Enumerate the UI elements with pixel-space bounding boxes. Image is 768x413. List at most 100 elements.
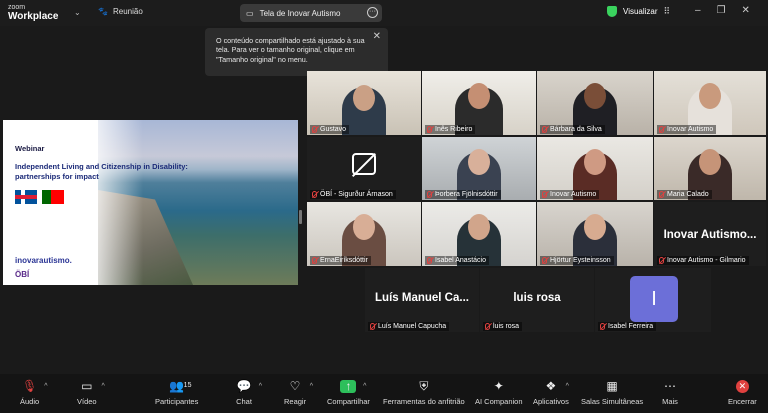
caret-up-icon[interactable]: ^ [566,380,569,393]
participant-name: Maria Calado [667,191,709,198]
sparkle-icon: ✦ [493,379,504,393]
top-bar: zoom Workplace ⌄ 🐾 Reunião ▭ Tela de Ino… [0,0,768,26]
share-pill[interactable]: ▭ Tela de Inovar Autismo ··· [240,4,382,22]
participant-tile[interactable]: luis rosa luis rosa [480,268,594,332]
participant-display-name: luis rosa [513,292,561,304]
participant-head [468,149,490,175]
flags [15,190,64,204]
video-button[interactable]: ▭ ^ Vídeo [77,380,105,407]
host-tools-button[interactable]: ⛨ Ferramentas do anfitrião [383,379,465,407]
participant-head [699,83,721,109]
close-icon[interactable]: ✕ [373,31,381,41]
restore-icon[interactable]: ❐ [717,5,726,16]
end-button[interactable]: ✕ Encerrar [728,380,757,406]
participants-button[interactable]: 👥 15 Participantes [155,379,199,407]
participants-count: 15 [183,382,192,389]
app-title: Workplace [8,11,59,22]
chat-button[interactable]: 💬 ^ Chat [236,379,262,407]
participant-label: Gustavo [310,125,350,134]
caret-up-icon[interactable]: ^ [44,380,47,393]
participant-tile[interactable]: Isabel Anastácio [422,202,536,266]
participant-tile[interactable]: Inês Ribeiro [422,71,536,135]
chevron-down-icon[interactable]: ⌄ [74,8,81,17]
mic-muted-icon [542,126,547,133]
shield-icon: ⛨ [419,379,429,393]
participant-tile-active-speaker[interactable]: Inovar Autismo [537,137,653,200]
video-label: Vídeo [77,397,97,406]
participant-name: Isabel Ferreira [608,323,654,330]
people-icon: 👥 15 [169,379,192,393]
participant-tile[interactable]: Maria Calado [654,137,766,200]
participant-head [353,214,375,240]
participant-label: Bárbara da Silva [540,125,605,134]
shared-screen: Webinar Independent Living and Citizensh… [3,120,298,285]
participants-label: Participantes [155,397,199,406]
mic-muted-icon [370,323,375,330]
caret-up-icon[interactable]: ^ [363,380,366,393]
fit-to-screen-tooltip: O conteúdo compartilhado está ajustado à… [205,28,388,76]
participant-name: luis rosa [493,323,520,330]
participant-tile[interactable]: ErnaEiríksdóttir [307,202,421,266]
participant-tile[interactable]: Hjörtur Eysteinsson [537,202,653,266]
close-icon: ✕ [735,380,749,393]
slide-title: Independent Living and Citizenship in Di… [15,162,188,181]
participant-tile[interactable]: Inovar Autismo... Inovar Autismo - Gilma… [654,202,766,266]
participant-display-name: Luís Manuel Ca... [375,292,469,304]
grid-icon: ⠿ [663,6,671,16]
mic-muted-icon [312,191,317,198]
breakout-rooms-label: Salas Simultâneas [581,397,644,406]
participant-name: Isabel Anastácio [435,257,486,264]
meeting-menu[interactable]: 🐾 Reunião [98,7,143,16]
audio-button[interactable]: 🎙 ^ Áudio [20,380,48,407]
breakout-rooms-button[interactable]: ▦ Salas Simultâneas [581,380,644,407]
participant-name: Hjörtur Eysteinsson [550,257,611,264]
participant-label: ÖBÍ - Sigurður Árnason [310,190,396,199]
audio-label: Áudio [20,397,40,406]
share-pill-label: Tela de Inovar Autismo [259,8,341,18]
chat-label: Chat [236,397,252,406]
zoom-logo: zoom Workplace [8,3,59,22]
inovar-logo: inovarautismo. [15,256,72,265]
share-button[interactable]: ↑ ^ Compartilhar [327,380,370,407]
participant-tile[interactable]: ÖBÍ - Sigurður Árnason [307,137,421,200]
more-options-icon[interactable]: ··· [367,7,378,18]
meeting-label: Reunião [112,7,143,16]
participant-name: ErnaEiríksdóttir [320,257,368,264]
slide-fade [83,120,143,285]
participant-name: Inovar Autismo [550,191,597,198]
more-button[interactable]: ⋯ Mais [662,379,678,407]
participant-head [468,214,490,240]
apps-button[interactable]: ❖ ^ Aplicativos [533,380,569,407]
ai-companion-button[interactable]: ✦ AI Companion [475,379,523,407]
participant-tile[interactable]: Inovar Autismo [654,71,766,135]
paw-icon: 🐾 [98,7,108,16]
more-label: Mais [662,397,678,406]
view-button[interactable]: Visualizar ⠿ [607,6,670,17]
window-controls: – ❐ ✕ [695,5,750,16]
participant-tile[interactable]: Luís Manuel Ca... Luís Manuel Capucha [365,268,479,332]
participant-tile[interactable]: Bárbara da Silva [537,71,653,135]
participant-tile[interactable]: Þorbera Fjölnisdóttir [422,137,536,200]
iceland-flag-icon [15,190,37,204]
more-icon: ⋯ [664,379,676,393]
participant-name: Þorbera Fjölnisdóttir [435,191,498,198]
participant-name: Inês Ribeiro [435,126,473,133]
close-icon[interactable]: ✕ [742,5,750,16]
minimize-icon[interactable]: – [695,5,701,16]
participant-label: Isabel Anastácio [425,256,489,265]
view-label: Visualizar [623,7,658,16]
mic-muted-icon [542,191,547,198]
caret-up-icon[interactable]: ^ [259,380,262,393]
participant-head [468,83,490,109]
participant-head [584,83,606,109]
tooltip-text: O conteúdo compartilhado está ajustado à… [216,36,365,64]
splitter-handle[interactable] [299,210,302,224]
caret-up-icon[interactable]: ^ [310,380,313,393]
chat-icon: 💬 ^ [236,379,262,393]
participant-tile[interactable]: Gustavo [307,71,421,135]
obi-logo: ÖBÍ [15,270,30,279]
react-button[interactable]: ♡ ^ Reagir [284,380,313,407]
mic-muted-icon [600,323,605,330]
mic-muted-icon [427,191,432,198]
caret-up-icon[interactable]: ^ [102,380,105,393]
